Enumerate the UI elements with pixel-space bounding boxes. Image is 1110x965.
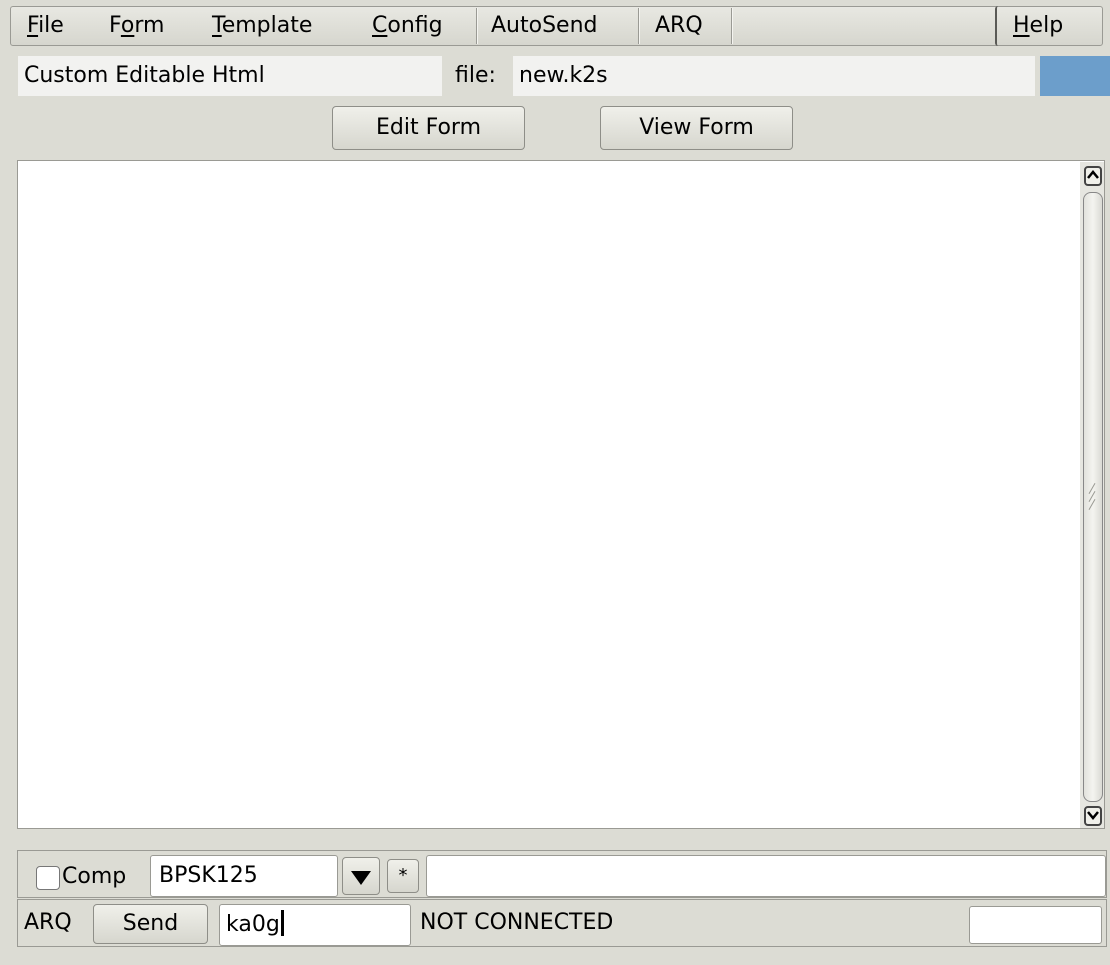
edit-form-button[interactable]: Edit Form xyxy=(332,106,525,150)
triangle-down-icon xyxy=(351,871,371,885)
star-button[interactable]: * xyxy=(387,859,419,893)
status-indicator xyxy=(1040,56,1110,96)
arq-label: ARQ xyxy=(24,910,72,935)
scroll-down-icon[interactable] xyxy=(1084,806,1102,826)
mode-select[interactable]: BPSK125 xyxy=(150,855,338,897)
menu-help[interactable]: Help xyxy=(1013,6,1063,46)
menu-template-rest: emplate xyxy=(221,13,313,38)
scroll-up-icon[interactable] xyxy=(1084,166,1102,186)
menu-form-rest: rm xyxy=(134,13,165,38)
mode-text-field[interactable] xyxy=(426,855,1106,897)
connection-status: NOT CONNECTED xyxy=(420,910,614,935)
menu-separator-highlight xyxy=(477,8,478,44)
view-form-button[interactable]: View Form xyxy=(600,106,793,150)
menu-template-mnemonic: T xyxy=(212,13,222,38)
send-button[interactable]: Send xyxy=(93,904,208,944)
menu-help-mnemonic: H xyxy=(1013,13,1030,38)
chevron-down-glyph xyxy=(1087,811,1099,820)
menu-form-mnemonic: o xyxy=(120,13,135,38)
chevron-up-glyph xyxy=(1087,170,1099,179)
menu-file[interactable]: File xyxy=(27,6,64,46)
menu-help-rest: elp xyxy=(1029,13,1064,38)
menu-template[interactable]: Template xyxy=(212,6,312,46)
menu-form[interactable]: Form xyxy=(109,6,164,46)
menu-config-rest: onfig xyxy=(387,13,443,38)
arq-status-field xyxy=(969,906,1102,944)
menu-file-rest: ile xyxy=(38,13,64,38)
form-editor[interactable] xyxy=(17,160,1105,829)
menu-form-prefix: F xyxy=(109,13,121,38)
menu-arq-label: ARQ xyxy=(655,13,703,38)
menu-file-mnemonic: F xyxy=(27,13,39,38)
comp-label: Comp xyxy=(62,864,127,889)
menu-autosend[interactable]: AutoSend xyxy=(491,6,598,46)
text-cursor xyxy=(280,910,284,936)
scroll-thumb[interactable] xyxy=(1083,192,1103,802)
file-label: file: xyxy=(455,63,496,88)
callsign-input[interactable]: ka0g xyxy=(219,904,411,946)
menu-arq[interactable]: ARQ xyxy=(655,6,703,46)
menu-config[interactable]: Config xyxy=(372,6,443,46)
editor-content xyxy=(18,161,1104,169)
callsign-value: ka0g xyxy=(226,912,280,937)
menu-autosend-label: AutoSend xyxy=(491,13,598,38)
menu-config-mnemonic: C xyxy=(372,13,388,38)
form-type-display: Custom Editable Html xyxy=(18,56,442,96)
comp-checkbox[interactable] xyxy=(36,866,60,890)
menu-separator-highlight xyxy=(732,8,733,44)
mode-dropdown-button[interactable] xyxy=(342,857,380,895)
menu-separator-highlight xyxy=(639,8,640,44)
file-name-display: new.k2s xyxy=(513,56,1035,96)
